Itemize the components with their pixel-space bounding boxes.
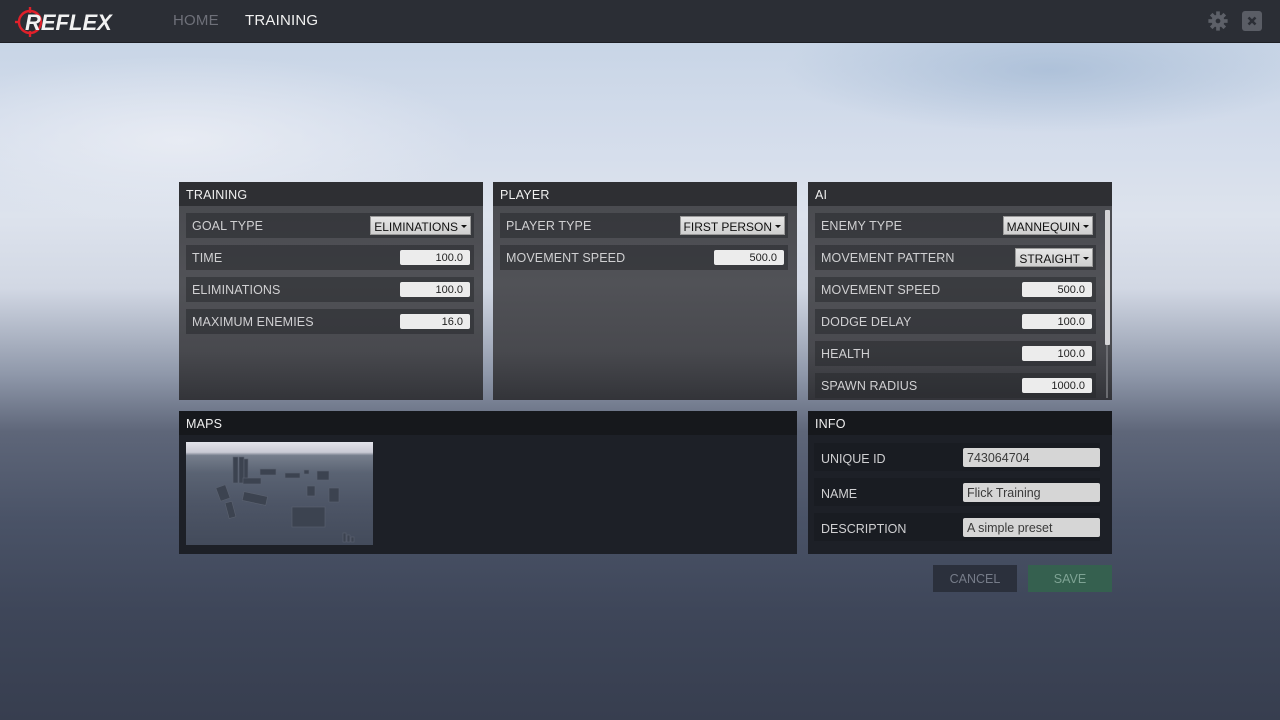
movement-pattern-dropdown[interactable]: STRAIGHT xyxy=(1015,248,1093,267)
ai-movement-speed-input[interactable]: 500.0 xyxy=(1022,282,1092,297)
description-row: DESCRIPTION A simple preset xyxy=(814,513,1100,541)
save-button[interactable]: SAVE xyxy=(1028,565,1112,592)
ai-scrollbar-thumb[interactable] xyxy=(1105,210,1110,345)
map-thumbnail[interactable] xyxy=(186,442,373,545)
info-panel: INFO UNIQUE ID 743064704 NAME Flick Trai… xyxy=(808,411,1112,554)
top-bar: REFLEX HOME TRAINING xyxy=(0,0,1280,43)
gear-icon[interactable] xyxy=(1207,10,1229,32)
maximum-enemies-label: MAXIMUM ENEMIES xyxy=(192,315,314,329)
eliminations-input[interactable]: 100.0 xyxy=(400,282,470,297)
chevron-down-icon xyxy=(461,225,467,228)
player-type-row: PLAYER TYPE FIRST PERSON xyxy=(500,213,788,238)
eliminations-label: ELIMINATIONS xyxy=(192,283,281,297)
name-row: NAME Flick Training xyxy=(814,478,1100,506)
logo-text: REFLEX xyxy=(25,10,112,35)
ai-movement-speed-label: MOVEMENT SPEED xyxy=(821,283,941,297)
ai-panel: AI ENEMY TYPE MANNEQUIN MOVEMENT PATTERN… xyxy=(808,182,1112,400)
spawn-radius-input[interactable]: 1000.0 xyxy=(1022,378,1092,393)
player-movement-speed-input[interactable]: 500.0 xyxy=(714,250,784,265)
maps-panel: MAPS xyxy=(179,411,797,554)
unique-id-row: UNIQUE ID 743064704 xyxy=(814,443,1100,471)
movement-pattern-row: MOVEMENT PATTERN STRAIGHT xyxy=(815,245,1096,270)
map-preview-image xyxy=(215,456,355,543)
ai-panel-title: AI xyxy=(808,182,1112,206)
unique-id-label: UNIQUE ID xyxy=(821,452,886,466)
nav-home[interactable]: HOME xyxy=(173,12,219,29)
health-label: HEALTH xyxy=(821,347,870,361)
spawn-radius-row: SPAWN RADIUS 1000.0 xyxy=(815,373,1096,398)
movement-pattern-label: MOVEMENT PATTERN xyxy=(821,251,955,265)
movement-pattern-value: STRAIGHT xyxy=(1019,252,1080,266)
chevron-down-icon xyxy=(1083,257,1089,260)
time-row: TIME 100.0 xyxy=(186,245,474,270)
enemy-type-dropdown[interactable]: MANNEQUIN xyxy=(1002,216,1093,235)
dodge-delay-row: DODGE DELAY 100.0 xyxy=(815,309,1096,334)
chevron-down-icon xyxy=(1083,225,1089,228)
player-type-dropdown[interactable]: FIRST PERSON xyxy=(679,216,785,235)
name-field[interactable]: Flick Training xyxy=(963,483,1100,502)
health-input[interactable]: 100.0 xyxy=(1022,346,1092,361)
cancel-button[interactable]: CANCEL xyxy=(933,565,1017,592)
close-button[interactable] xyxy=(1242,11,1262,31)
goal-type-dropdown[interactable]: ELIMINATIONS xyxy=(370,216,471,235)
goal-type-label: GOAL TYPE xyxy=(192,219,264,233)
enemy-type-value: MANNEQUIN xyxy=(1006,220,1080,234)
training-panel-title: TRAINING xyxy=(179,182,483,206)
chevron-down-icon xyxy=(775,225,781,228)
nav-training[interactable]: TRAINING xyxy=(245,12,318,29)
maps-panel-title: MAPS xyxy=(179,411,797,435)
goal-type-row: GOAL TYPE ELIMINATIONS xyxy=(186,213,474,238)
time-input[interactable]: 100.0 xyxy=(400,250,470,265)
ai-movement-speed-row: MOVEMENT SPEED 500.0 xyxy=(815,277,1096,302)
enemy-type-row: ENEMY TYPE MANNEQUIN xyxy=(815,213,1096,238)
description-label: DESCRIPTION xyxy=(821,522,907,536)
maximum-enemies-row: MAXIMUM ENEMIES 16.0 xyxy=(186,309,474,334)
close-icon xyxy=(1247,16,1257,26)
time-label: TIME xyxy=(192,251,223,265)
eliminations-row: ELIMINATIONS 100.0 xyxy=(186,277,474,302)
player-panel: PLAYER PLAYER TYPE FIRST PERSON MOVEMENT… xyxy=(493,182,797,400)
player-type-value: FIRST PERSON xyxy=(683,220,772,234)
maximum-enemies-input[interactable]: 16.0 xyxy=(400,314,470,329)
spawn-radius-label: SPAWN RADIUS xyxy=(821,379,918,393)
health-row: HEALTH 100.0 xyxy=(815,341,1096,366)
info-panel-title: INFO xyxy=(808,411,1112,435)
training-panel: TRAINING GOAL TYPE ELIMINATIONS TIME 100… xyxy=(179,182,483,400)
player-type-label: PLAYER TYPE xyxy=(506,219,592,233)
player-movement-speed-label: MOVEMENT SPEED xyxy=(506,251,626,265)
name-label: NAME xyxy=(821,487,858,501)
player-panel-title: PLAYER xyxy=(493,182,797,206)
dodge-delay-label: DODGE DELAY xyxy=(821,315,912,329)
player-movement-speed-row: MOVEMENT SPEED 500.0 xyxy=(500,245,788,270)
unique-id-field[interactable]: 743064704 xyxy=(963,448,1100,467)
description-field[interactable]: A simple preset xyxy=(963,518,1100,537)
enemy-type-label: ENEMY TYPE xyxy=(821,219,903,233)
app-logo[interactable]: REFLEX xyxy=(15,5,115,39)
goal-type-value: ELIMINATIONS xyxy=(374,220,458,234)
dodge-delay-input[interactable]: 100.0 xyxy=(1022,314,1092,329)
